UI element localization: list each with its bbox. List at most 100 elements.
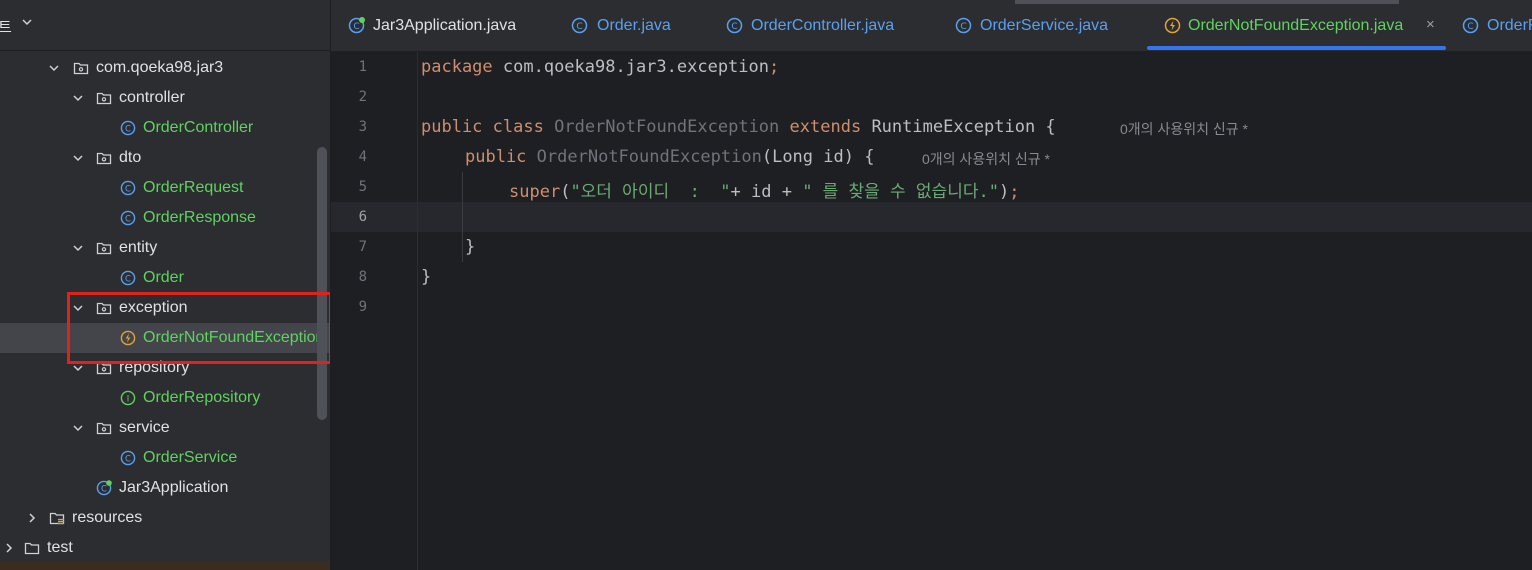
tree-item-label: controller xyxy=(119,89,185,106)
chevron-right-icon[interactable] xyxy=(26,512,38,524)
chevron-down-icon[interactable] xyxy=(72,422,84,434)
project-panel-title: 트 xyxy=(0,19,12,36)
class-icon: C xyxy=(120,120,136,136)
tab-orderservice[interactable]: C OrderService.java xyxy=(955,0,1125,51)
close-icon[interactable]: × xyxy=(1426,16,1435,33)
line-number: 9 xyxy=(358,299,367,315)
keyword: extends xyxy=(789,117,862,137)
tree-folder-dto[interactable]: dto xyxy=(0,143,330,173)
folder-icon xyxy=(24,542,40,555)
tree-folder-controller[interactable]: controller xyxy=(0,83,330,113)
tree-item-label: resources xyxy=(72,509,143,526)
tree-item-label: OrderRequest xyxy=(143,179,244,196)
svg-text:C: C xyxy=(1467,22,1473,32)
tree-folder-service[interactable]: service xyxy=(0,413,330,443)
project-panel-header: 트 xyxy=(0,0,330,51)
svg-text:I: I xyxy=(127,394,130,404)
keyword: super xyxy=(509,182,561,202)
class-icon: C xyxy=(1462,17,1479,34)
code-editor[interactable]: 1 2 3 4 5 6 7 8 9 package com.qoeka98.ja… xyxy=(331,52,1532,570)
paren: ( xyxy=(560,182,571,202)
package-icon xyxy=(96,152,112,165)
keyword: package xyxy=(421,57,493,77)
tab-ordernotfoundexception[interactable]: OrderNotFoundException.java × xyxy=(1164,0,1454,51)
svg-text:C: C xyxy=(125,124,131,134)
string-literal: "오더 아이디 : " xyxy=(570,182,731,202)
tree-item-label: OrderService xyxy=(143,449,238,466)
line-number: 2 xyxy=(358,89,367,105)
tab-orderrepository[interactable]: C OrderR xyxy=(1462,0,1532,51)
svg-text:C: C xyxy=(731,22,737,32)
tree-folder-resources[interactable]: resources xyxy=(0,503,330,533)
class-icon: C xyxy=(120,210,136,226)
class-name: OrderNotFoundException xyxy=(554,117,780,137)
super-class: RuntimeException { xyxy=(871,117,1056,137)
tab-jar3application[interactable]: C Jar3Application.java xyxy=(348,0,538,51)
class-icon: C xyxy=(571,17,588,34)
package-icon xyxy=(73,62,89,75)
svg-text:C: C xyxy=(353,22,359,32)
svg-text:C: C xyxy=(125,274,131,284)
chevron-right-icon[interactable] xyxy=(3,542,15,554)
chevron-down-icon[interactable] xyxy=(22,17,32,27)
chevron-down-icon[interactable] xyxy=(72,242,84,254)
usage-inlay-hint[interactable]: 0개의 사용위치 신규 * xyxy=(1120,119,1248,139)
line-number: 5 xyxy=(358,179,367,195)
paren: ) xyxy=(998,182,1010,202)
editor-tab-bar: C Jar3Application.java C Order.java C Or… xyxy=(331,0,1532,52)
svg-text:C: C xyxy=(125,184,131,194)
tab-label: OrderService.java xyxy=(980,17,1109,34)
exception-class-icon xyxy=(1164,17,1181,34)
interface-icon: I xyxy=(120,390,136,406)
line-number-gutter: 1 2 3 4 5 6 7 8 9 xyxy=(331,52,418,570)
tree-item-label: OrderResponse xyxy=(143,209,256,226)
red-highlight-annotation xyxy=(67,292,330,364)
project-scrollbar-thumb[interactable] xyxy=(317,147,327,420)
keyword: class xyxy=(492,117,544,137)
svg-text:C: C xyxy=(960,22,966,32)
line-number: 7 xyxy=(358,239,367,255)
svg-text:C: C xyxy=(125,214,131,224)
chevron-down-icon[interactable] xyxy=(72,92,84,104)
spring-app-class-icon: C xyxy=(96,480,112,496)
class-icon: C xyxy=(120,180,136,196)
tree-item-label: OrderController xyxy=(143,119,254,136)
chevron-down-icon[interactable] xyxy=(72,152,84,164)
svg-text:C: C xyxy=(125,454,131,464)
class-icon: C xyxy=(955,17,972,34)
indent-guide xyxy=(462,172,463,262)
tab-order[interactable]: C Order.java xyxy=(571,0,691,51)
tree-file-order-request[interactable]: C OrderRequest xyxy=(0,173,330,203)
tab-ordercontroller[interactable]: C OrderController.java xyxy=(726,0,916,51)
usage-inlay-hint[interactable]: 0개의 사용위치 신규 * xyxy=(922,149,1050,169)
tree-folder-com-qoeka98-jar3[interactable]: com.qoeka98.jar3 xyxy=(0,53,330,83)
tree-item-label: test xyxy=(47,539,73,556)
tree-folder-entity[interactable]: entity xyxy=(0,233,330,263)
ide-window: 트 com.qoeka98.jar3 controller C OrderContro… xyxy=(0,0,1532,570)
chevron-down-icon[interactable] xyxy=(48,62,60,74)
tab-label: OrderController.java xyxy=(751,17,895,34)
line-number: 8 xyxy=(358,269,367,285)
project-panel: 트 com.qoeka98.jar3 controller C OrderContro… xyxy=(0,0,330,570)
code-line-5: super("오더 아이디 : "+ id + " 를 찾을 수 없습니다.")… xyxy=(509,177,1019,202)
tree-file-order-repository[interactable]: I OrderRepository xyxy=(0,383,330,413)
tree-item-label: dto xyxy=(119,149,142,166)
code-line-8: } xyxy=(421,267,432,287)
constructor-params: (Long id) { xyxy=(761,147,875,167)
svg-text:C: C xyxy=(576,22,582,32)
tree-folder-test[interactable]: test xyxy=(0,533,330,563)
string-literal: " 를 찾을 수 없습니다." xyxy=(802,182,999,202)
tree-file-order-controller[interactable]: C OrderController xyxy=(0,113,330,143)
package-icon xyxy=(96,92,112,105)
tab-label: OrderNotFoundException.java xyxy=(1188,17,1404,34)
line-number: 4 xyxy=(358,149,367,165)
tree-file-jar3-application[interactable]: C Jar3Application xyxy=(0,473,330,503)
spring-app-class-icon: C xyxy=(348,17,365,34)
tree-file-order-response[interactable]: C OrderResponse xyxy=(0,203,330,233)
panel-bottom-strip xyxy=(0,562,330,570)
active-tab-indicator xyxy=(1147,46,1446,50)
tree-item-label: OrderRepository xyxy=(143,389,261,406)
tree-file-order[interactable]: C Order xyxy=(0,263,330,293)
tree-file-order-service[interactable]: C OrderService xyxy=(0,443,330,473)
semicolon: ; xyxy=(769,57,780,77)
